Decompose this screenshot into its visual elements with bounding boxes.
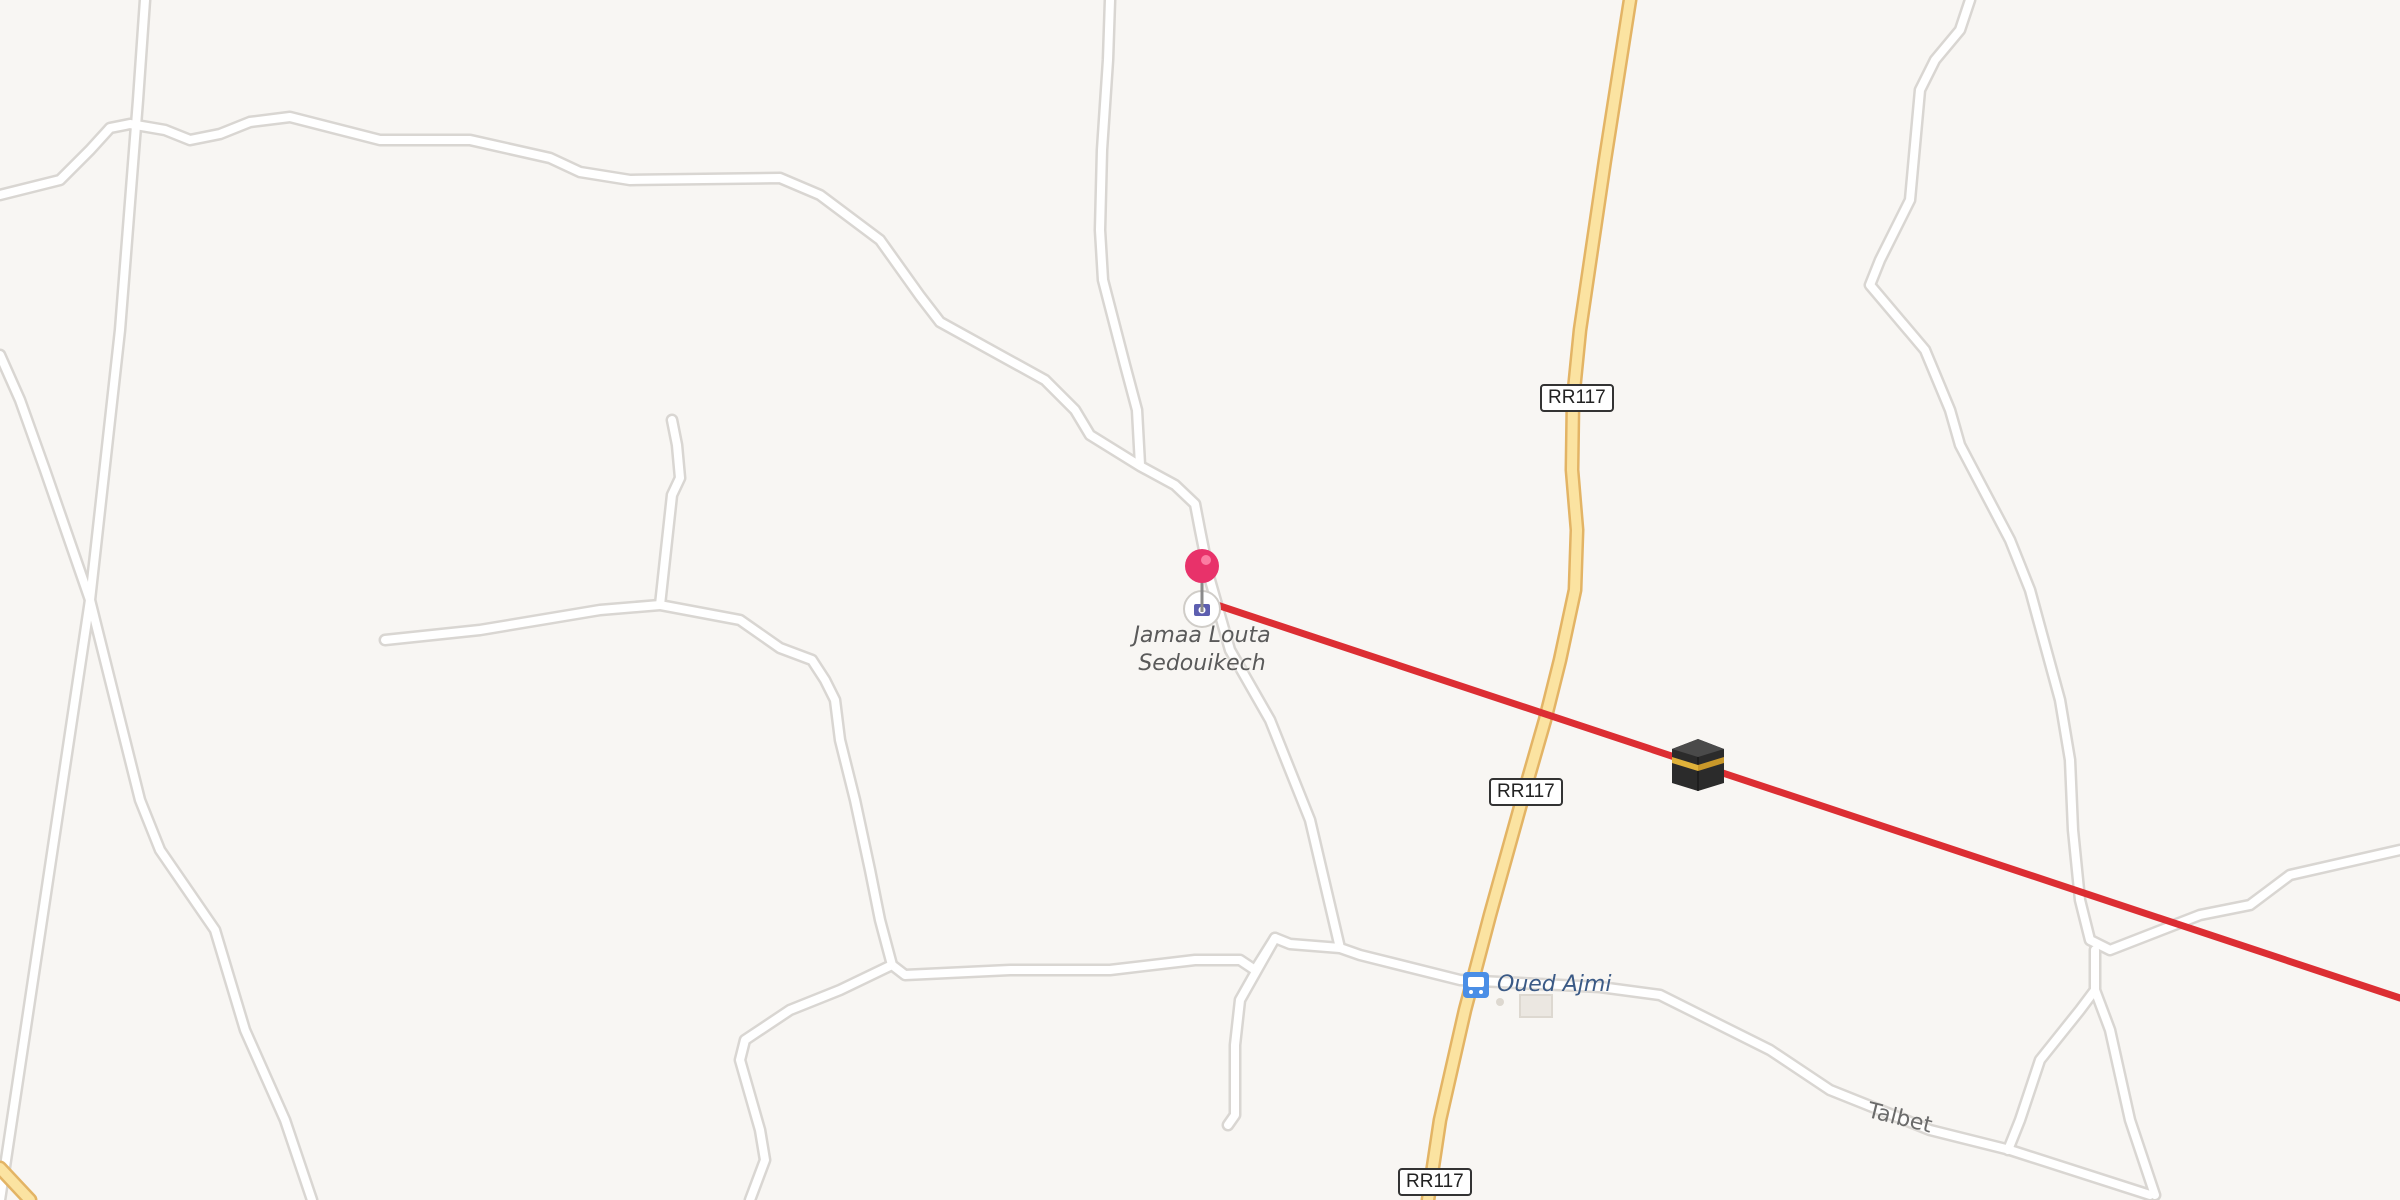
- building-footprint: [1496, 994, 1553, 1018]
- map-canvas[interactable]: RR117 RR117 RR117 Jamaa Louta Sedouikech: [0, 0, 2400, 1200]
- bus-stop-icon[interactable]: [1463, 972, 1489, 998]
- route-shield-rr117-north: RR117: [1540, 384, 1614, 412]
- route-shield-rr117-south: RR117: [1398, 1168, 1472, 1196]
- poi-name-line2: Sedouikech: [1138, 651, 1266, 676]
- bus-stop-label[interactable]: Oued Ajmi: [1497, 972, 1611, 997]
- route-shield-rr117-middle: RR117: [1489, 778, 1563, 806]
- poi-label[interactable]: Jamaa Louta Sedouikech: [1112, 622, 1292, 678]
- poi-name-line1: Jamaa Louta: [1133, 623, 1271, 648]
- qibla-direction-line: [1198, 596, 2400, 1002]
